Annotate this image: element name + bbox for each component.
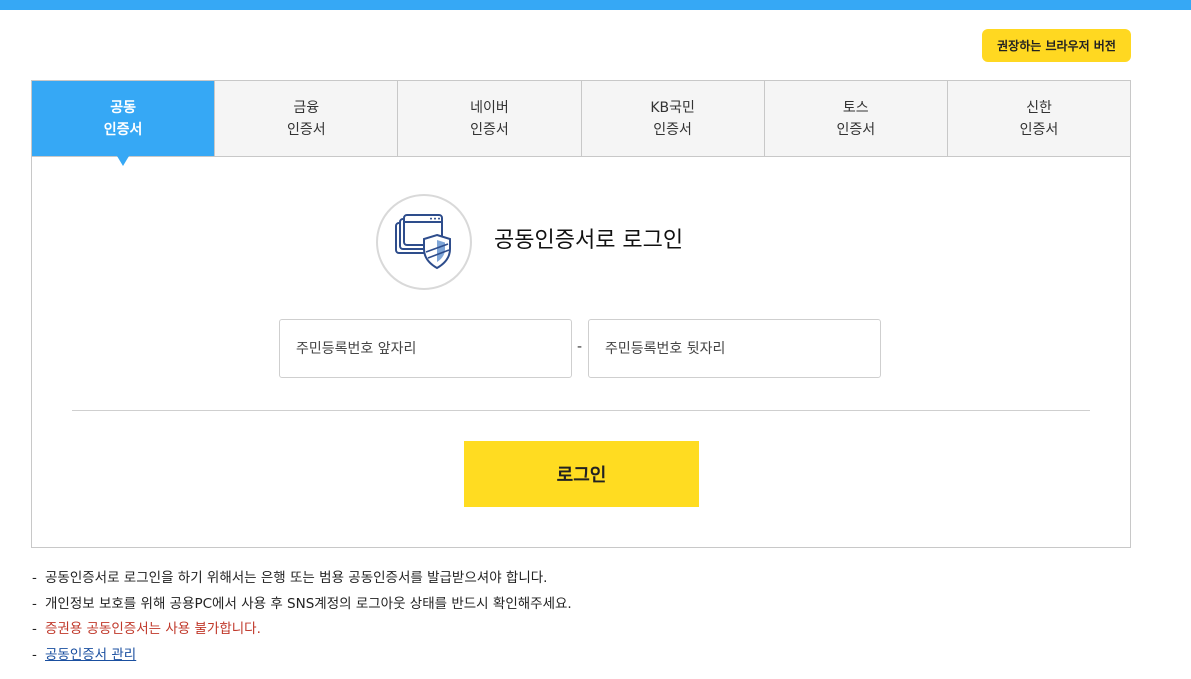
tab-label-line2: 인증서	[286, 121, 326, 138]
login-button[interactable]: 로그인	[464, 441, 699, 507]
login-panel: 공동 인증서 금융 인증서 네이버 인증서 KB국민 인증서 토스 인증서 신한…	[31, 80, 1131, 548]
top-accent-bar	[0, 0, 1191, 10]
login-title: 공동인증서로 로그인	[494, 228, 684, 253]
tab-label-line2: 인증서	[653, 121, 692, 138]
tab-label-line1: KB국민	[650, 99, 695, 116]
tab-label-line2: 인증서	[1019, 121, 1059, 138]
list-bullet: -	[32, 595, 37, 612]
list-item: - 공동인증서로 로그인을 하기 위해서는 은행 또는 범용 공동인증서를 발급…	[32, 566, 572, 592]
tab-label-line2: 인증서	[470, 121, 509, 138]
list-bullet: -	[32, 646, 37, 663]
rrn-back-input[interactable]	[588, 319, 881, 378]
recommended-browser-button[interactable]: 권장하는 브라우저 버전	[982, 29, 1131, 62]
divider	[72, 410, 1090, 411]
list-item: - 개인정보 보호를 위해 공용PC에서 사용 후 SNS계정의 로그아웃 상태…	[32, 592, 572, 618]
certificate-shield-icon	[376, 194, 472, 290]
notice-list: - 공동인증서로 로그인을 하기 위해서는 은행 또는 범용 공동인증서를 발급…	[32, 566, 572, 668]
list-item: - 공동인증서 관리	[32, 643, 572, 669]
rrn-separator: -	[577, 339, 583, 355]
list-bullet: -	[32, 570, 37, 586]
certificate-tabs: 공동 인증서 금융 인증서 네이버 인증서 KB국민 인증서 토스 인증서 신한…	[32, 81, 1131, 157]
tab-joint-certificate[interactable]: 공동 인증서	[32, 81, 215, 156]
manage-certificate-link[interactable]: 공동인증서 관리	[45, 643, 136, 669]
notice-text: 공동인증서로 로그인을 하기 위해서는 은행 또는 범용 공동인증서를 발급받으…	[45, 570, 548, 586]
tab-label-line2: 인증서	[836, 121, 876, 138]
tab-label-line1: 공동	[110, 99, 136, 116]
tab-label-line1: 토스	[842, 99, 869, 116]
list-item: - 증권용 공동인증서는 사용 불가합니다.	[32, 617, 572, 643]
tab-toss-certificate[interactable]: 토스 인증서	[763, 81, 947, 156]
warning-text: 증권용 공동인증서는 사용 불가합니다.	[45, 621, 261, 637]
list-bullet: -	[32, 621, 37, 637]
tab-naver-certificate[interactable]: 네이버 인증서	[397, 81, 581, 156]
tab-shinhan-certificate[interactable]: 신한 인증서	[946, 81, 1131, 156]
rrn-front-input[interactable]	[279, 319, 572, 378]
notice-text: 개인정보 보호를 위해 공용PC에서 사용 후 SNS계정의 로그아웃 상태를 …	[45, 595, 572, 612]
tab-label-line1: 네이버	[470, 99, 509, 116]
tab-label-line1: 금융	[293, 99, 320, 116]
tab-label-line1: 신한	[1026, 99, 1052, 116]
tab-kb-certificate[interactable]: KB국민 인증서	[580, 81, 764, 156]
tab-financial-certificate[interactable]: 금융 인증서	[214, 81, 398, 156]
tab-label-line2: 인증서	[103, 121, 143, 138]
